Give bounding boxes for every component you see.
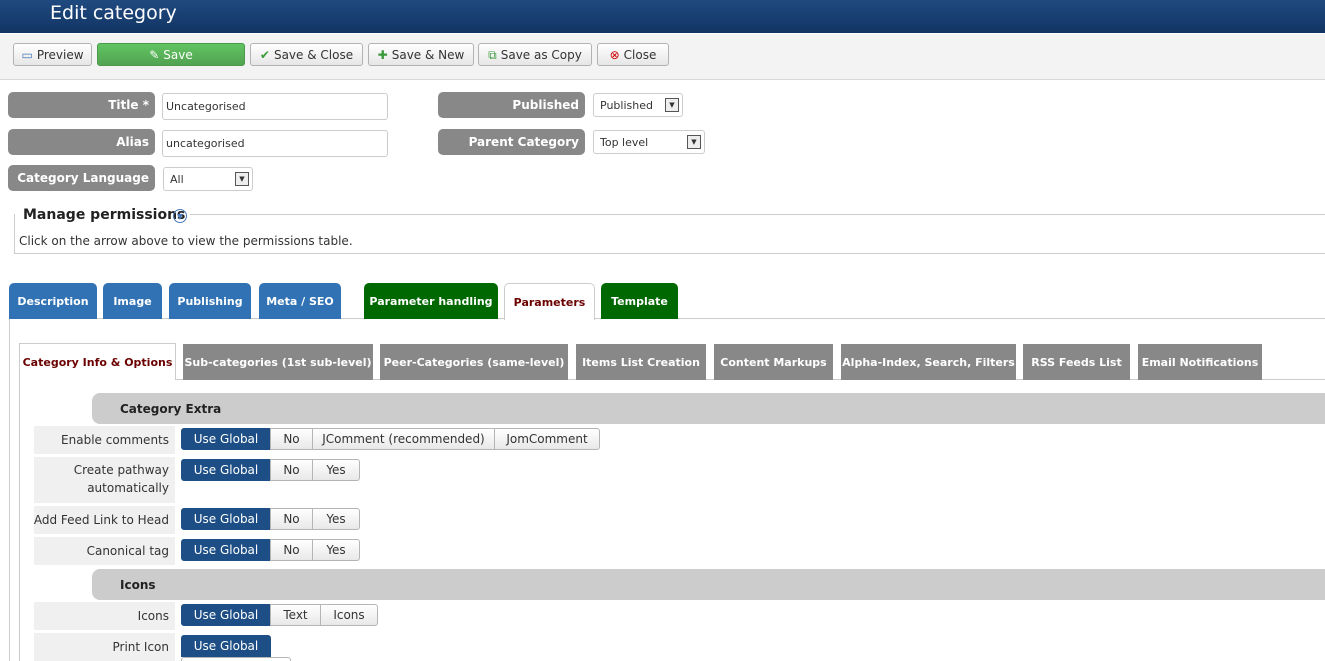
icons-options: Use Global Text Icons (181, 604, 378, 626)
param-row: Create pathway automatically (34, 457, 175, 503)
save-button[interactable]: ✎ Save (97, 43, 245, 66)
feed-link-options: Use Global No Yes (181, 508, 360, 530)
option-group-partial (181, 657, 291, 661)
subtab-items-list[interactable]: Items List Creation (576, 344, 706, 380)
tab-meta-seo[interactable]: Meta / SEO (259, 283, 341, 319)
category-language-label: Category Language (8, 165, 155, 191)
print-icon-options: Use Global (181, 635, 271, 657)
expand-arrow-icon[interactable]: ▼ (173, 209, 187, 223)
preview-icon: ▭ (21, 47, 33, 62)
create-pathway-use-global[interactable]: Use Global (181, 459, 271, 481)
canonical-label: Canonical tag (86, 544, 169, 558)
dropdown-arrow-icon: ▼ (687, 135, 701, 149)
edit-icon: ✎ (149, 47, 160, 62)
page-title: Edit category (50, 2, 177, 24)
feed-link-use-global[interactable]: Use Global (181, 508, 271, 530)
subtab-peer-categories[interactable]: Peer-Categories (same-level) (380, 344, 568, 380)
parent-category-value: Top level (600, 135, 649, 149)
enable-comments-options: Use Global No JComment (recommended) Jom… (181, 428, 600, 450)
subtab-sub-categories[interactable]: Sub-categories (1st sub-level) (183, 344, 373, 380)
tab-publishing[interactable]: Publishing (169, 283, 251, 319)
section-category-extra: Category Extra (92, 393, 1325, 424)
save-new-label: Save & New (391, 47, 465, 62)
published-label: Published (438, 92, 585, 118)
enable-comments-label: Enable comments (61, 433, 169, 447)
icons-use-global[interactable]: Use Global (181, 604, 271, 626)
title-input[interactable]: Uncategorised (162, 93, 388, 120)
tab-parameter-handling[interactable]: Parameter handling (364, 283, 498, 319)
enable-comments-jomcomment[interactable]: JomComment (494, 428, 600, 450)
enable-comments-use-global[interactable]: Use Global (181, 428, 271, 450)
parent-category-select[interactable]: Top level ▼ (593, 130, 705, 154)
save-close-button[interactable]: ✔ Save & Close (250, 43, 363, 66)
canonical-options: Use Global No Yes (181, 539, 360, 561)
param-row: Canonical tag (34, 537, 175, 565)
tab-description[interactable]: Description (9, 283, 97, 319)
save-label: Save (163, 47, 193, 62)
tab-template[interactable]: Template (601, 283, 678, 319)
subtab-rss-feeds[interactable]: RSS Feeds List (1023, 344, 1130, 380)
page-header: Edit category (0, 0, 1325, 33)
save-copy-label: Save as Copy (500, 47, 582, 62)
subtab-content-markups[interactable]: Content Markups (714, 344, 833, 380)
plus-icon: ✚ (377, 47, 388, 62)
subtab-email-notifications[interactable]: Email Notifications (1138, 344, 1262, 380)
dropdown-arrow-icon: ▼ (665, 98, 679, 112)
canonical-use-global[interactable]: Use Global (181, 539, 271, 561)
create-pathway-label: Create pathway automatically (73, 463, 169, 495)
category-language-select[interactable]: All ▼ (163, 167, 253, 191)
preview-label: Preview (36, 47, 84, 62)
preview-button[interactable]: ▭ Preview (13, 43, 92, 66)
close-icon: ⊗ (609, 47, 620, 62)
check-icon: ✔ (259, 47, 270, 62)
enable-comments-jcomment[interactable]: JComment (recommended) (312, 428, 495, 450)
feed-link-label: Add Feed Link to Head (33, 513, 169, 527)
toolbar: ▭ Preview ✎ Save ✔ Save & Close ✚ Save &… (0, 34, 1325, 80)
param-row: Print Icon (34, 633, 175, 661)
param-row: Add Feed Link to Head (34, 506, 175, 534)
tab-image[interactable]: Image (103, 283, 162, 319)
alias-label: Alias (8, 129, 155, 155)
tab-parameters[interactable]: Parameters (504, 283, 595, 320)
enable-comments-no[interactable]: No (270, 428, 313, 450)
subtab-category-info[interactable]: Category Info & Options (19, 343, 176, 380)
create-pathway-no[interactable]: No (270, 459, 313, 481)
close-button[interactable]: ⊗ Close (597, 43, 669, 66)
create-pathway-options: Use Global No Yes (181, 459, 360, 481)
feed-link-no[interactable]: No (270, 508, 313, 530)
published-select[interactable]: Published ▼ (593, 93, 683, 117)
dropdown-arrow-icon: ▼ (235, 172, 249, 186)
close-label: Close (623, 47, 657, 62)
published-value: Published (600, 98, 653, 112)
create-pathway-yes[interactable]: Yes (312, 459, 360, 481)
divider (190, 214, 1325, 215)
subtab-panel-border (19, 379, 20, 661)
canonical-yes[interactable]: Yes (312, 539, 360, 561)
alias-input[interactable]: uncategorised (162, 130, 388, 157)
permissions-title: Manage permissions (23, 207, 190, 223)
parent-category-label: Parent Category (438, 129, 585, 155)
tab-panel-border (9, 318, 10, 661)
param-row: Enable comments (34, 426, 175, 454)
subtab-alpha-index[interactable]: Alpha-Index, Search, Filters (841, 344, 1016, 380)
section-icons: Icons (92, 569, 1325, 600)
print-icon-use-global[interactable]: Use Global (181, 635, 271, 657)
save-copy-button[interactable]: ⧉ Save as Copy (478, 43, 592, 66)
canonical-no[interactable]: No (270, 539, 313, 561)
print-icon-label: Print Icon (112, 640, 169, 654)
permissions-hint: Click on the arrow above to view the per… (19, 234, 353, 248)
feed-link-yes[interactable]: Yes (312, 508, 360, 530)
icons-text[interactable]: Text (270, 604, 321, 626)
category-language-value: All (170, 172, 184, 186)
save-new-button[interactable]: ✚ Save & New (368, 43, 474, 66)
save-close-label: Save & Close (273, 47, 354, 62)
icons-label: Icons (137, 609, 169, 623)
param-row: Icons (34, 602, 175, 630)
title-label: Title * (8, 92, 155, 118)
copy-icon: ⧉ (488, 47, 497, 62)
icons-icons[interactable]: Icons (320, 604, 378, 626)
